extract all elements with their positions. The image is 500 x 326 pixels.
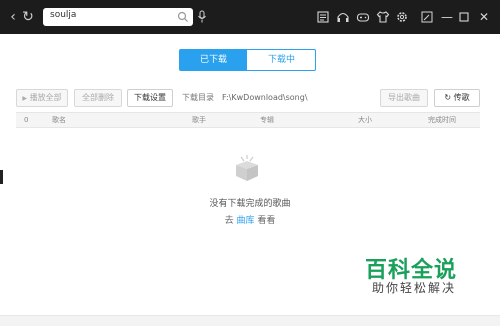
play-all-button[interactable]: ▶ 播放全部 xyxy=(16,89,68,107)
tab-downloading[interactable]: 下载中 xyxy=(248,50,315,70)
gamepad-icon[interactable] xyxy=(356,10,370,24)
app-window: ‹ ↻ soulja — ✕ 已下载 下载中 ▶ 播放全部 全部删除 下载设置 … xyxy=(0,0,500,326)
table-header: 0 歌名 歌手 专辑 大小 完成时间 xyxy=(16,112,480,128)
goto-library: 去 曲库 看看 xyxy=(0,213,500,226)
download-dir-path[interactable]: F:\KwDownload\song\ xyxy=(222,89,308,107)
tab-downloaded[interactable]: 已下载 xyxy=(180,50,247,70)
col-size[interactable]: 大小 xyxy=(358,113,372,127)
refresh-icon[interactable]: ↻ xyxy=(21,9,35,25)
headphones-icon[interactable] xyxy=(336,10,350,24)
goto-prefix: 去 xyxy=(224,216,234,226)
mic-icon[interactable] xyxy=(197,10,207,24)
col-song-name[interactable]: 歌名 xyxy=(52,113,66,127)
upload-refresh-icon: ↻ xyxy=(444,93,452,102)
bottom-strip xyxy=(0,315,500,326)
music-library-icon[interactable] xyxy=(316,10,330,24)
search-icon[interactable] xyxy=(177,11,189,23)
maximize-icon[interactable] xyxy=(457,10,471,24)
top-bar: ‹ ↻ soulja — ✕ xyxy=(0,0,500,34)
library-link[interactable]: 曲库 xyxy=(236,216,254,226)
download-tabs: 已下载 下载中 xyxy=(179,49,316,71)
upload-button[interactable]: ↻ 传歌 xyxy=(434,89,480,107)
search-box[interactable]: soulja xyxy=(43,8,193,26)
tshirt-icon[interactable] xyxy=(376,10,390,24)
download-dir-label: 下载目录 xyxy=(182,93,214,102)
goto-suffix: 看看 xyxy=(257,216,276,226)
delete-all-button[interactable]: 全部删除 xyxy=(74,89,122,107)
watermark-subtitle: 助你轻松解决 xyxy=(372,281,457,295)
upload-label: 传歌 xyxy=(453,93,470,102)
col-finish-time[interactable]: 完成时间 xyxy=(428,113,456,127)
col-album[interactable]: 专辑 xyxy=(260,113,274,127)
search-input[interactable]: soulja xyxy=(50,10,76,20)
play-all-label: 播放全部 xyxy=(29,93,62,102)
play-icon: ▶ xyxy=(22,95,28,102)
export-songs-button[interactable]: 导出歌曲 xyxy=(380,89,428,107)
back-icon[interactable]: ‹ xyxy=(6,9,20,25)
empty-message: 没有下载完成的歌曲 xyxy=(209,199,291,209)
minimize-to-mini-icon[interactable] xyxy=(420,10,434,24)
download-toolbar: ▶ 播放全部 全部删除 下载设置 下载目录 F:\KwDownload\song… xyxy=(16,89,480,107)
empty-box-icon xyxy=(236,155,258,181)
settings-icon[interactable] xyxy=(395,10,409,24)
download-settings-button[interactable]: 下载设置 xyxy=(127,89,173,107)
window-edge-marker xyxy=(0,170,3,184)
col-count: 0 xyxy=(24,116,29,124)
col-artist[interactable]: 歌手 xyxy=(192,113,206,127)
close-icon[interactable]: ✕ xyxy=(477,9,491,25)
minimize-icon[interactable]: — xyxy=(440,9,454,25)
